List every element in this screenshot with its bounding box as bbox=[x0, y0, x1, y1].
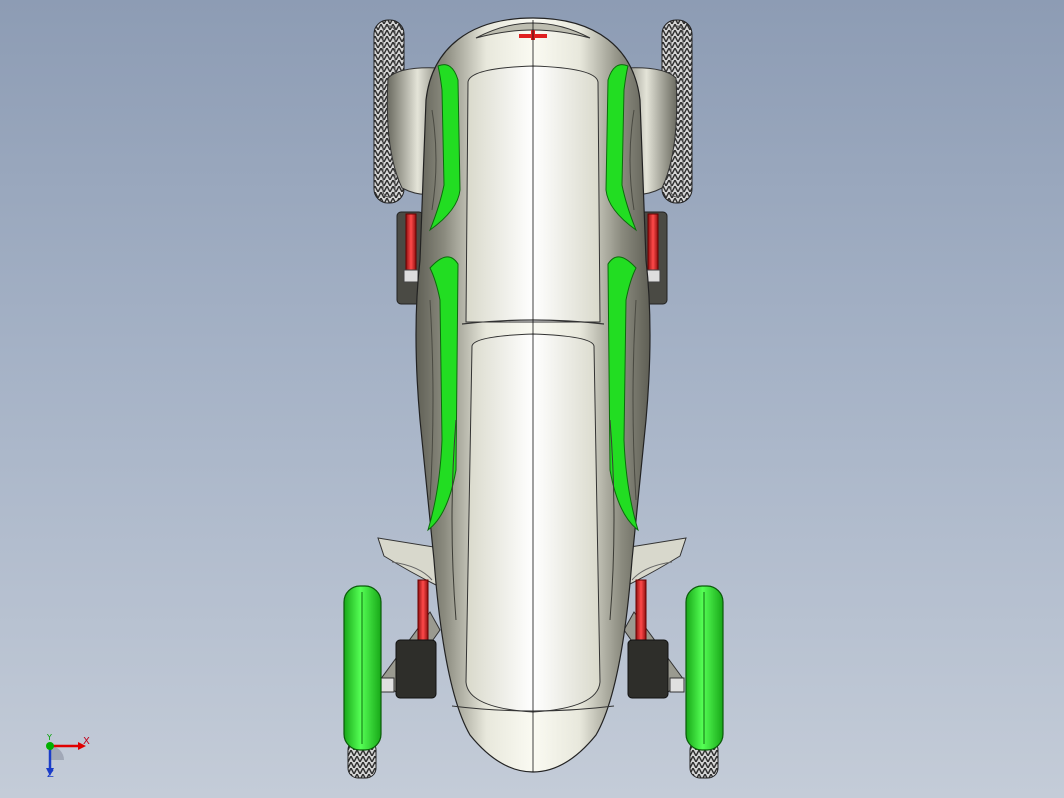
front-left-wheel[interactable] bbox=[343, 585, 382, 779]
front-right-suspension bbox=[623, 579, 685, 699]
vehicle-model-top-view[interactable] bbox=[0, 0, 1064, 798]
x-axis-label: X bbox=[83, 736, 90, 747]
y-axis-label: Y bbox=[47, 733, 52, 742]
y-axis-dot bbox=[46, 742, 54, 750]
cad-viewport[interactable]: X Y Z bbox=[0, 0, 1064, 798]
left-side-fin bbox=[377, 537, 441, 586]
front-left-suspension bbox=[379, 579, 441, 699]
front-right-wheel[interactable] bbox=[685, 585, 724, 779]
z-axis-label: Z bbox=[47, 769, 54, 780]
coordinate-triad: X Y Z bbox=[38, 730, 108, 790]
